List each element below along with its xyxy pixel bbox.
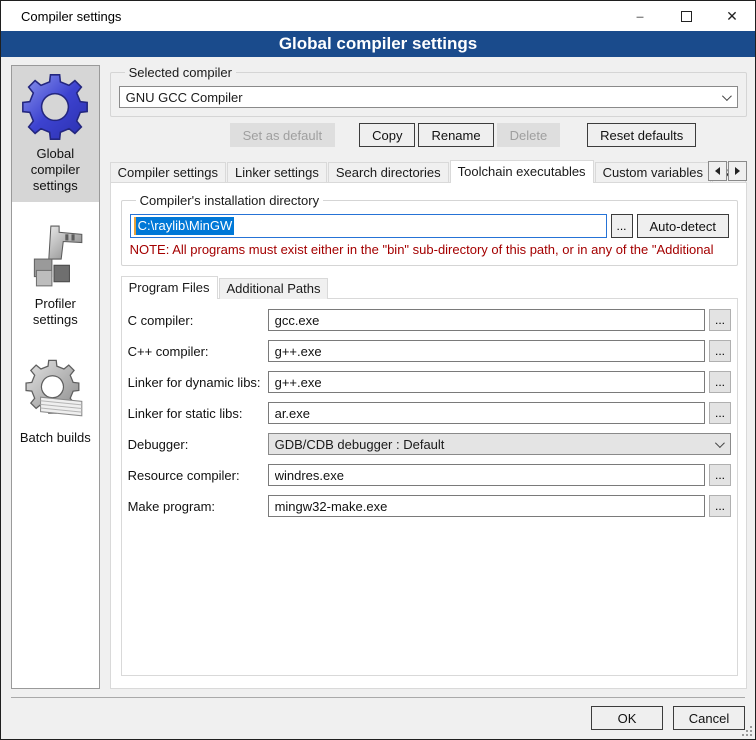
copy-button[interactable]: Copy — [359, 123, 415, 147]
selected-compiler-legend: Selected compiler — [125, 65, 236, 80]
static-linker-input[interactable] — [268, 402, 705, 424]
compiler-tabbar: Compiler settings Linker settings Search… — [110, 160, 747, 183]
reset-defaults-button[interactable]: Reset defaults — [587, 123, 696, 147]
debugger-label: Debugger: — [128, 437, 268, 452]
maximize-button[interactable] — [663, 1, 709, 31]
c-compiler-input[interactable] — [268, 309, 705, 331]
browse-resource-compiler-button[interactable]: ... — [709, 464, 731, 486]
tab-toolchain-executables[interactable]: Toolchain executables — [450, 160, 594, 183]
dynamic-linker-label: Linker for dynamic libs: — [128, 375, 268, 390]
compiler-select[interactable]: GNU GCC Compiler — [119, 86, 738, 108]
tab-custom-variables[interactable]: Custom variables — [595, 162, 711, 183]
minimize-button[interactable]: – — [617, 1, 663, 31]
field-row-dynamic-linker: Linker for dynamic libs: ... — [128, 371, 731, 393]
chevron-down-icon — [722, 91, 732, 101]
set-as-default-button[interactable]: Set as default — [230, 123, 336, 147]
field-row-debugger: Debugger: GDB/CDB debugger : Default — [128, 433, 731, 455]
sidebar-item-label: Global compiler settings — [14, 146, 97, 194]
resource-compiler-label: Resource compiler: — [128, 468, 268, 483]
debugger-select-value: GDB/CDB debugger : Default — [275, 437, 445, 452]
sidebar-item-batch-builds[interactable]: Batch builds — [12, 350, 99, 454]
browse-c-compiler-button[interactable]: ... — [709, 309, 731, 331]
tab-search-directories[interactable]: Search directories — [328, 162, 449, 183]
install-dir-value: C:\raylib\MinGW — [134, 217, 235, 235]
program-files-page: C compiler: ... C++ compiler: ... Linker… — [121, 298, 738, 676]
close-button[interactable]: ✕ — [709, 1, 755, 31]
selected-compiler-group: Selected compiler GNU GCC Compiler — [110, 65, 747, 117]
tab-compiler-settings[interactable]: Compiler settings — [110, 162, 226, 183]
make-program-input[interactable] — [268, 495, 705, 517]
close-icon: ✕ — [726, 8, 738, 25]
maximize-icon — [681, 11, 692, 22]
browse-cpp-compiler-button[interactable]: ... — [709, 340, 731, 362]
tab-scroll-buttons — [707, 161, 747, 181]
caliper-icon — [20, 222, 90, 292]
installation-directory-group: Compiler's installation directory C:\ray… — [121, 193, 738, 266]
field-row-cpp-compiler: C++ compiler: ... — [128, 340, 731, 362]
tab-additional-paths[interactable]: Additional Paths — [219, 278, 329, 299]
dynamic-linker-input[interactable] — [268, 371, 705, 393]
auto-detect-button[interactable]: Auto-detect — [637, 214, 730, 238]
tab-linker-settings[interactable]: Linker settings — [227, 162, 327, 183]
rename-button[interactable]: Rename — [418, 123, 493, 147]
delete-button[interactable]: Delete — [497, 123, 561, 147]
page-title: Global compiler settings — [1, 31, 755, 57]
debugger-select[interactable]: GDB/CDB debugger : Default — [268, 433, 731, 455]
toolchain-executables-page: Compiler's installation directory C:\ray… — [110, 182, 747, 689]
compiler-actions-toolbar: Set as default Copy Rename Delete Reset … — [110, 123, 747, 147]
minimize-icon: – — [636, 8, 644, 24]
gear-icon — [20, 72, 90, 142]
arrow-right-icon — [735, 167, 740, 175]
field-row-c-compiler: C compiler: ... — [128, 309, 731, 331]
sidebar-item-global-compiler-settings[interactable]: Global compiler settings — [12, 66, 99, 202]
cpp-compiler-input[interactable] — [268, 340, 705, 362]
dialog-footer: OK Cancel — [11, 697, 745, 730]
field-row-resource-compiler: Resource compiler: ... — [128, 464, 731, 486]
settings-category-list: Global compiler settings — [11, 65, 100, 689]
browse-make-program-button[interactable]: ... — [709, 495, 731, 517]
tab-program-files[interactable]: Program Files — [121, 276, 218, 299]
sidebar-item-label: Batch builds — [20, 430, 91, 446]
cpp-compiler-label: C++ compiler: — [128, 344, 268, 359]
installation-directory-legend: Compiler's installation directory — [136, 193, 324, 208]
compiler-settings-dialog: Compiler settings – ✕ Global compiler se… — [0, 0, 756, 740]
chevron-down-icon — [715, 438, 725, 448]
arrow-left-icon — [715, 167, 720, 175]
browse-dynamic-linker-button[interactable]: ... — [709, 371, 731, 393]
sidebar-item-profiler-settings[interactable]: Profiler settings — [12, 216, 99, 336]
resize-grip[interactable] — [742, 726, 752, 736]
tab-scroll-left-button[interactable] — [708, 161, 727, 181]
window-title: Compiler settings — [1, 9, 617, 24]
browse-static-linker-button[interactable]: ... — [709, 402, 731, 424]
batch-builds-icon — [20, 356, 90, 426]
static-linker-label: Linker for static libs: — [128, 406, 268, 421]
program-files-tabbar: Program Files Additional Paths — [121, 276, 738, 299]
ok-button[interactable]: OK — [591, 706, 663, 730]
c-compiler-label: C compiler: — [128, 313, 268, 328]
tab-scroll-right-button[interactable] — [728, 161, 747, 181]
compiler-select-value: GNU GCC Compiler — [126, 90, 243, 105]
sidebar-item-label: Profiler settings — [14, 296, 97, 328]
install-dir-note: NOTE: All programs must exist either in … — [130, 242, 729, 257]
titlebar: Compiler settings – ✕ — [1, 1, 755, 31]
make-program-label: Make program: — [128, 499, 268, 514]
browse-install-dir-button[interactable]: ... — [611, 214, 633, 238]
install-dir-input[interactable]: C:\raylib\MinGW — [130, 214, 607, 238]
resource-compiler-input[interactable] — [268, 464, 705, 486]
field-row-make-program: Make program: ... — [128, 495, 731, 517]
field-row-static-linker: Linker for static libs: ... — [128, 402, 731, 424]
cancel-button[interactable]: Cancel — [673, 706, 745, 730]
